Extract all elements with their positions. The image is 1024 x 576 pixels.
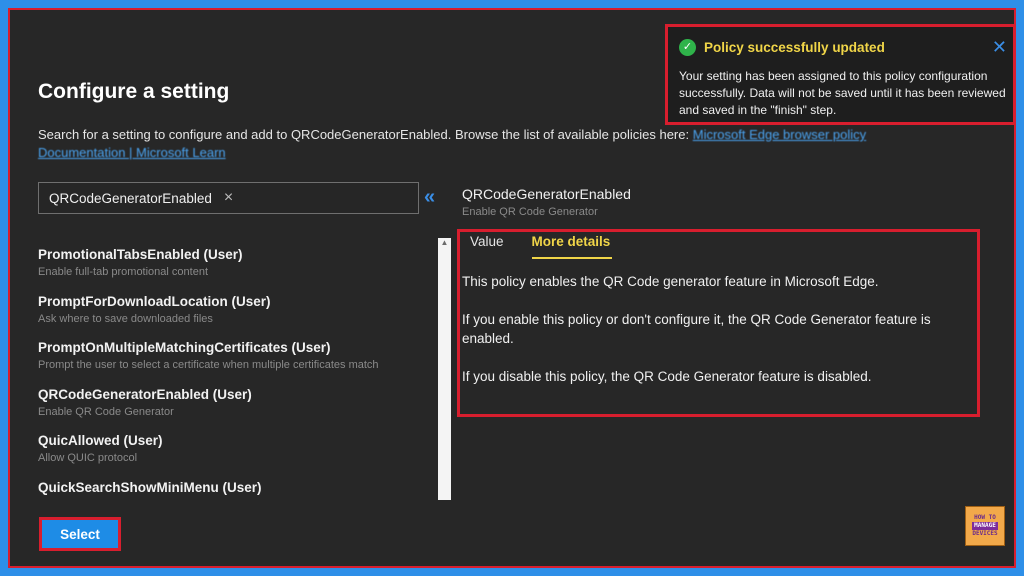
success-toast: ✓ Policy successfully updated ✕ Your set… — [665, 24, 1016, 125]
setting-name: PromptForDownloadLocation (User) — [38, 293, 271, 309]
setting-name: PromptOnMultipleMatchingCertificates (Us… — [38, 340, 331, 355]
list-item[interactable]: QRCodeGeneratorEnabled (User) Enable QR … — [38, 386, 438, 433]
search-input[interactable]: QRCodeGeneratorEnabled × — [38, 182, 419, 214]
check-circle-icon: ✓ — [679, 39, 696, 56]
detail-paragraph: If you enable this policy or don't confi… — [462, 312, 931, 346]
settings-list: PromotionalTabsEnabled (User) Enable ful… — [38, 246, 438, 525]
close-icon[interactable]: ✕ — [992, 37, 1007, 58]
detail-paragraph: If you disable this policy, the QR Code … — [462, 369, 872, 384]
toast-message: Your setting has been assigned to this p… — [679, 69, 1006, 117]
toast-title: Policy successfully updated — [704, 40, 885, 55]
detail-tabs: Value More details — [470, 234, 638, 259]
page-description: Search for a setting to configure and ad… — [38, 126, 978, 162]
policy-link[interactable]: Microsoft Edge browser policy — [693, 127, 866, 142]
select-button[interactable]: Select — [42, 520, 118, 548]
detail-body: This policy enables the QR Code generato… — [462, 272, 972, 405]
clear-icon[interactable]: × — [224, 189, 233, 207]
tab-more-details[interactable]: More details — [531, 234, 613, 259]
detail-paragraph: This policy enables the QR Code generato… — [462, 274, 879, 289]
list-item[interactable]: PromotionalTabsEnabled (User) Enable ful… — [38, 246, 438, 293]
main-panel: Configure a setting Search for a setting… — [8, 8, 1016, 568]
setting-name: QRCodeGeneratorEnabled (User) — [38, 386, 252, 402]
setting-desc: Allow QUIC protocol — [38, 452, 138, 464]
setting-desc: Enable QR Code Generator — [38, 405, 174, 418]
setting-name: QuicAllowed (User) — [38, 433, 163, 448]
setting-name: QuickSearchShowMiniMenu (User) — [38, 479, 262, 495]
list-item[interactable]: QuicAllowed (User) Allow QUIC protocol — [38, 432, 438, 479]
list-item[interactable]: PromptOnMultipleMatchingCertificates (Us… — [38, 339, 438, 386]
list-item[interactable]: PromptForDownloadLocation (User) Ask whe… — [38, 293, 438, 340]
collapse-icon[interactable]: « — [424, 186, 435, 209]
setting-desc: Enable full-tab promotional content — [38, 266, 208, 278]
detail-title: QRCodeGeneratorEnabled — [462, 186, 631, 202]
list-scrollbar[interactable]: ▲ — [438, 238, 451, 500]
description-text: Search for a setting to configure and ad… — [38, 127, 690, 142]
setting-desc: Prompt the user to select a certificate … — [38, 359, 379, 371]
page-title: Configure a setting — [38, 80, 230, 103]
logo-line: MANAGE — [972, 522, 998, 530]
detail-subtitle: Enable QR Code Generator — [462, 206, 598, 218]
select-button-highlight: Select — [39, 517, 121, 551]
tab-value[interactable]: Value — [470, 234, 506, 259]
setting-desc: Ask where to save downloaded files — [38, 312, 213, 325]
scroll-up-icon[interactable]: ▲ — [438, 238, 451, 248]
brand-logo: HOW TO MANAGE DEVICES — [965, 506, 1005, 546]
search-value: QRCodeGeneratorEnabled — [49, 190, 212, 206]
logo-line: DEVICES — [972, 530, 998, 537]
docs-link[interactable]: Documentation | Microsoft Learn — [38, 145, 226, 160]
logo-line: HOW TO — [974, 514, 996, 521]
setting-name: PromotionalTabsEnabled (User) — [38, 247, 243, 262]
